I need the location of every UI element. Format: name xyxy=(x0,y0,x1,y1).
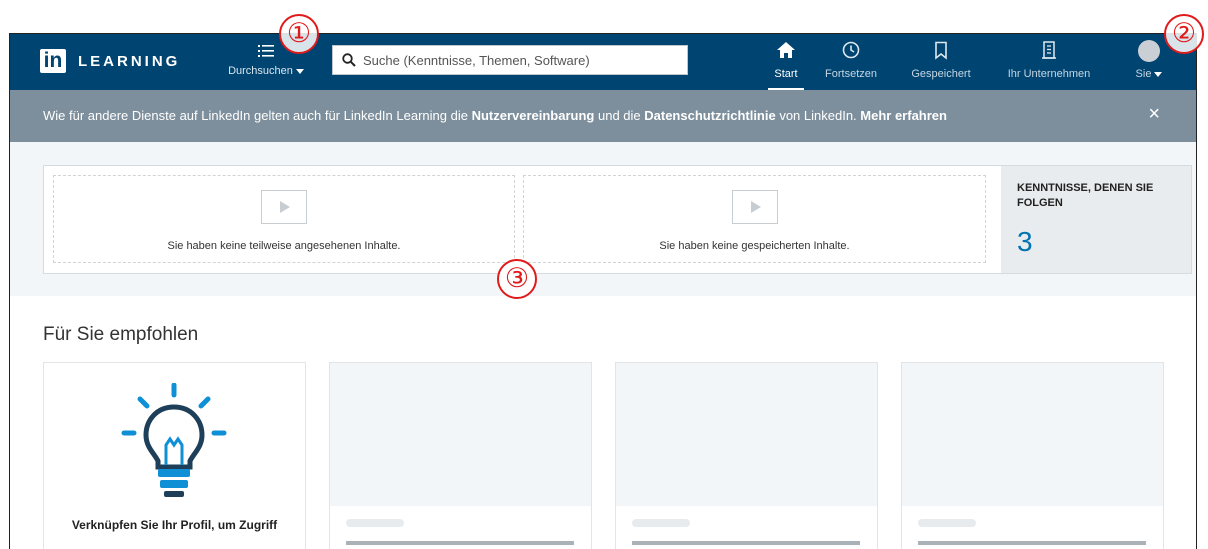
course-card-placeholder[interactable] xyxy=(615,362,878,549)
home-icon xyxy=(777,42,795,58)
loading-placeholder xyxy=(918,541,1146,545)
annotation-marker-2: ② xyxy=(1164,14,1204,54)
annotation-marker-1: ① xyxy=(279,14,319,54)
learning-summary-panel: Sie haben keine teilweise angesehenen In… xyxy=(43,165,1192,274)
saved-empty-message: Sie haben keine gespeicherten Inhalte. xyxy=(659,240,850,252)
course-card-placeholder[interactable] xyxy=(901,362,1164,549)
nav-ihr-unternehmen[interactable]: Ihr Unternehmen xyxy=(996,40,1102,90)
chevron-down-icon xyxy=(295,68,304,74)
followed-skills-count[interactable]: 3 xyxy=(1017,226,1033,258)
course-card-placeholder[interactable] xyxy=(329,362,592,549)
list-icon xyxy=(258,45,274,57)
loading-placeholder xyxy=(346,519,404,527)
nav-ihr-unternehmen-label: Ihr Unternehmen xyxy=(1007,68,1091,80)
recommendations-title: Für Sie empfohlen xyxy=(43,324,199,345)
search-box[interactable] xyxy=(332,45,688,75)
avatar-icon xyxy=(1138,40,1160,62)
nav-sie-menu[interactable]: Sie xyxy=(1131,40,1167,90)
nav-start-label: Start xyxy=(774,68,798,80)
top-navigation-bar: in LEARNING Durchsuchen Start xyxy=(10,34,1196,90)
notice-text-part: und die xyxy=(594,108,645,123)
nav-sie-label: Sie xyxy=(1135,68,1152,80)
in-progress-empty-slot: Sie haben keine teilweise angesehenen In… xyxy=(53,175,515,263)
terms-notice-banner: Wie für andere Dienste auf LinkedIn gelt… xyxy=(10,90,1196,142)
nav-gespeichert[interactable]: Gespeichert xyxy=(903,40,979,90)
loading-placeholder xyxy=(632,519,690,527)
loading-placeholder xyxy=(346,541,574,545)
privacy-policy-link[interactable]: Datenschutzrichtlinie xyxy=(644,108,775,123)
recommendations-section: Für Sie empfohlen Verknüpfen Sie Ihr Pro… xyxy=(10,296,1196,549)
notice-text: Wie für andere Dienste auf LinkedIn gelt… xyxy=(43,108,947,123)
nav-fortsetzen-label: Fortsetzen xyxy=(825,68,877,80)
linkedin-in-logo: in xyxy=(40,49,66,73)
loading-placeholder xyxy=(632,541,860,545)
user-agreement-link[interactable]: Nutzervereinbarung xyxy=(472,108,595,123)
lightbulb-icon xyxy=(121,383,227,497)
connect-profile-text: Verknüpfen Sie Ihr Profil, um Zugriff xyxy=(71,518,278,532)
nav-fortsetzen[interactable]: Fortsetzen xyxy=(818,40,884,90)
close-icon[interactable]: × xyxy=(1148,104,1160,124)
clock-icon xyxy=(842,41,860,59)
browse-label: Durchsuchen xyxy=(228,65,293,77)
saved-empty-slot: Sie haben keine gespeicherten Inhalte. xyxy=(523,175,986,263)
video-placeholder-icon xyxy=(731,190,778,224)
chevron-down-icon xyxy=(1154,71,1163,77)
annotation-marker-3: ③ xyxy=(497,259,537,299)
in-progress-empty-message: Sie haben keine teilweise angesehenen In… xyxy=(167,240,401,252)
loading-placeholder xyxy=(918,519,976,527)
followed-skills-title: KENNTNISSE, DENEN SIE FOLGEN xyxy=(1017,182,1154,209)
logo-text: LEARNING xyxy=(78,52,181,70)
app-window: in LEARNING Durchsuchen Start xyxy=(9,33,1197,549)
search-input[interactable] xyxy=(363,52,673,68)
building-icon xyxy=(1042,41,1056,59)
notice-text-part: von LinkedIn. xyxy=(775,108,861,123)
video-placeholder-icon xyxy=(261,190,307,224)
search-icon xyxy=(342,53,356,67)
notice-text-part: Wie für andere Dienste auf LinkedIn gelt… xyxy=(43,108,472,123)
nav-start[interactable]: Start xyxy=(768,40,804,90)
learn-more-link[interactable]: Mehr erfahren xyxy=(860,108,947,123)
nav-gespeichert-label: Gespeichert xyxy=(911,68,971,80)
bookmark-icon xyxy=(935,41,947,60)
linkedin-learning-logo[interactable]: in LEARNING xyxy=(40,49,180,73)
connect-profile-card[interactable]: Verknüpfen Sie Ihr Profil, um Zugriff xyxy=(43,362,306,549)
followed-skills-box[interactable]: KENNTNISSE, DENEN SIE FOLGEN 3 xyxy=(1001,166,1191,273)
